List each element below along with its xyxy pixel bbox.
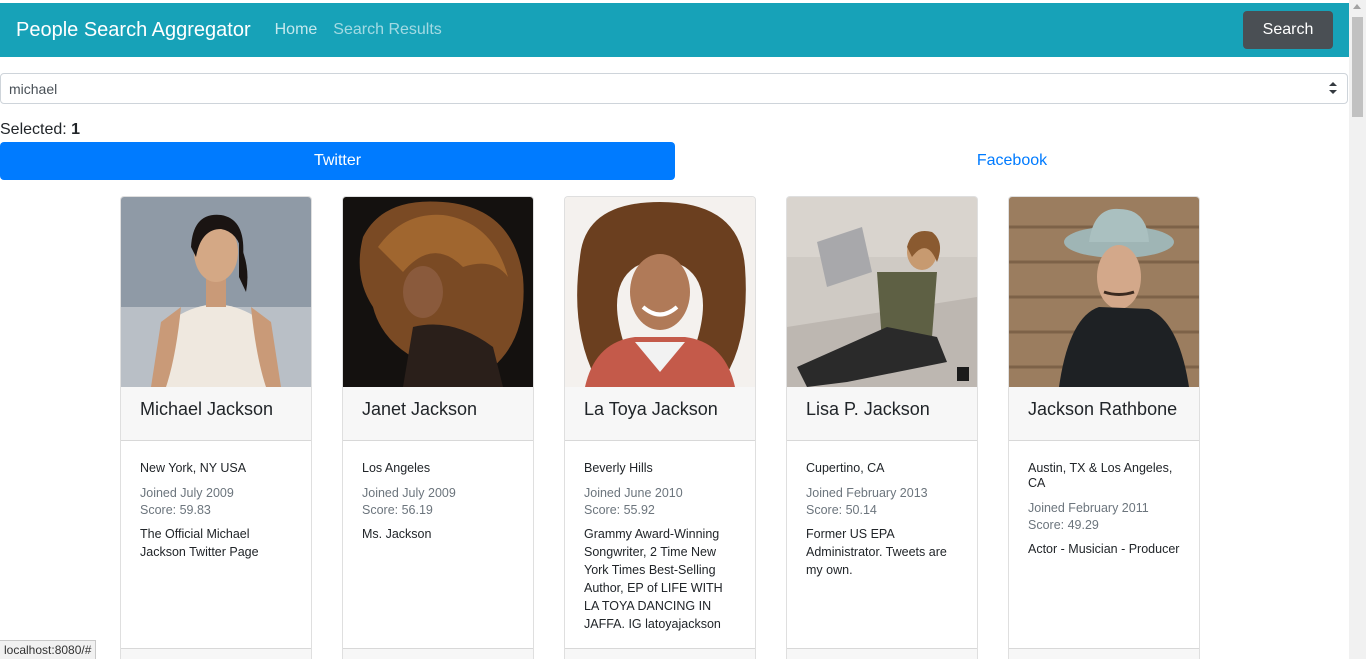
profile-photo [787,197,977,387]
card-location: New York, NY USA [140,461,247,475]
query-select[interactable]: michael [0,73,1348,104]
card-meta: Joined July 2009 Score: 56.19 [362,485,514,519]
nav-link-search-results[interactable]: Search Results [333,21,442,39]
card-meta: Joined June 2010 Score: 55.92 [584,485,736,519]
card-name: Jackson Rathbone [1009,387,1199,441]
profile-photo [121,197,311,387]
profile-photo [343,197,533,387]
page-scrollbar[interactable] [1349,0,1366,659]
brand-title[interactable]: People Search Aggregator [16,19,251,42]
selected-label: Selected: [0,121,67,138]
card-score: Score: 49.29 [1028,518,1099,532]
nav-link-home[interactable]: Home [275,21,318,39]
tab-twitter[interactable]: Twitter [0,142,675,180]
profile-photo [1009,197,1199,387]
card-joined: Joined February 2013 [806,486,928,500]
card-joined: Joined June 2010 [584,486,683,500]
selected-count: Selected: 1 [0,121,80,139]
query-select-value: michael [9,80,58,97]
card-joined: Joined July 2009 [140,486,234,500]
card-body: Los Angeles Joined July 2009 Score: 56.1… [343,461,533,543]
card-footer [343,648,533,659]
search-button[interactable]: Search [1243,11,1333,49]
status-bar-url: localhost:8080/# [0,640,97,659]
card-footer [1009,648,1199,659]
card-footer [565,648,755,659]
profile-card[interactable]: Jackson Rathbone Austin, TX & Los Angele… [1008,196,1200,659]
scroll-up-arrow-icon[interactable] [1353,4,1361,9]
profile-card[interactable]: Michael Jackson New York, NY USA Joined … [120,196,312,659]
network-tabs: Twitter Facebook [0,142,1349,180]
card-location: Beverly Hills [584,461,653,475]
profile-card[interactable]: Lisa P. Jackson Cupertino, CA Joined Feb… [786,196,978,659]
card-name: Janet Jackson [343,387,533,441]
navbar: People Search Aggregator Home Search Res… [0,3,1349,57]
profile-card[interactable]: Janet Jackson Los Angeles Joined July 20… [342,196,534,659]
selected-value: 1 [71,121,81,138]
profile-photo [565,197,755,387]
profile-card[interactable]: La Toya Jackson Beverly Hills Joined Jun… [564,196,756,659]
scrollbar-thumb[interactable] [1352,17,1363,117]
card-meta: Joined July 2009 Score: 59.83 [140,485,292,519]
card-name: La Toya Jackson [565,387,755,441]
tab-facebook[interactable]: Facebook [675,142,1349,180]
card-score: Score: 56.19 [362,503,433,517]
card-description: Actor - Musician - Producer [1028,542,1180,556]
card-description: Grammy Award-Winning Songwriter, 2 Time … [584,527,723,631]
card-body: New York, NY USA Joined July 2009 Score:… [121,461,311,561]
card-score: Score: 50.14 [806,503,877,517]
card-footer [787,648,977,659]
card-name: Lisa P. Jackson [787,387,977,441]
card-body: Austin, TX & Los Angeles, CA Joined Febr… [1009,461,1199,558]
card-meta: Joined February 2013 Score: 50.14 [806,485,958,519]
card-score: Score: 59.83 [140,503,211,517]
card-name: Michael Jackson [121,387,311,441]
card-location: Los Angeles [362,461,431,475]
card-description: The Official Michael Jackson Twitter Pag… [140,527,259,559]
card-body: Beverly Hills Joined June 2010 Score: 55… [565,461,755,633]
select-arrows-icon [1329,82,1337,94]
card-location: Austin, TX & Los Angeles, CA [1028,461,1173,490]
card-description: Former US EPA Administrator. Tweets are … [806,527,947,577]
card-joined: Joined February 2011 [1028,501,1149,515]
card-footer [121,648,311,659]
card-body: Cupertino, CA Joined February 2013 Score… [787,461,977,579]
card-joined: Joined July 2009 [362,486,456,500]
card-score: Score: 55.92 [584,503,655,517]
card-meta: Joined February 2011 Score: 49.29 [1028,500,1180,534]
card-description: Ms. Jackson [362,527,432,541]
card-location: Cupertino, CA [806,461,885,475]
